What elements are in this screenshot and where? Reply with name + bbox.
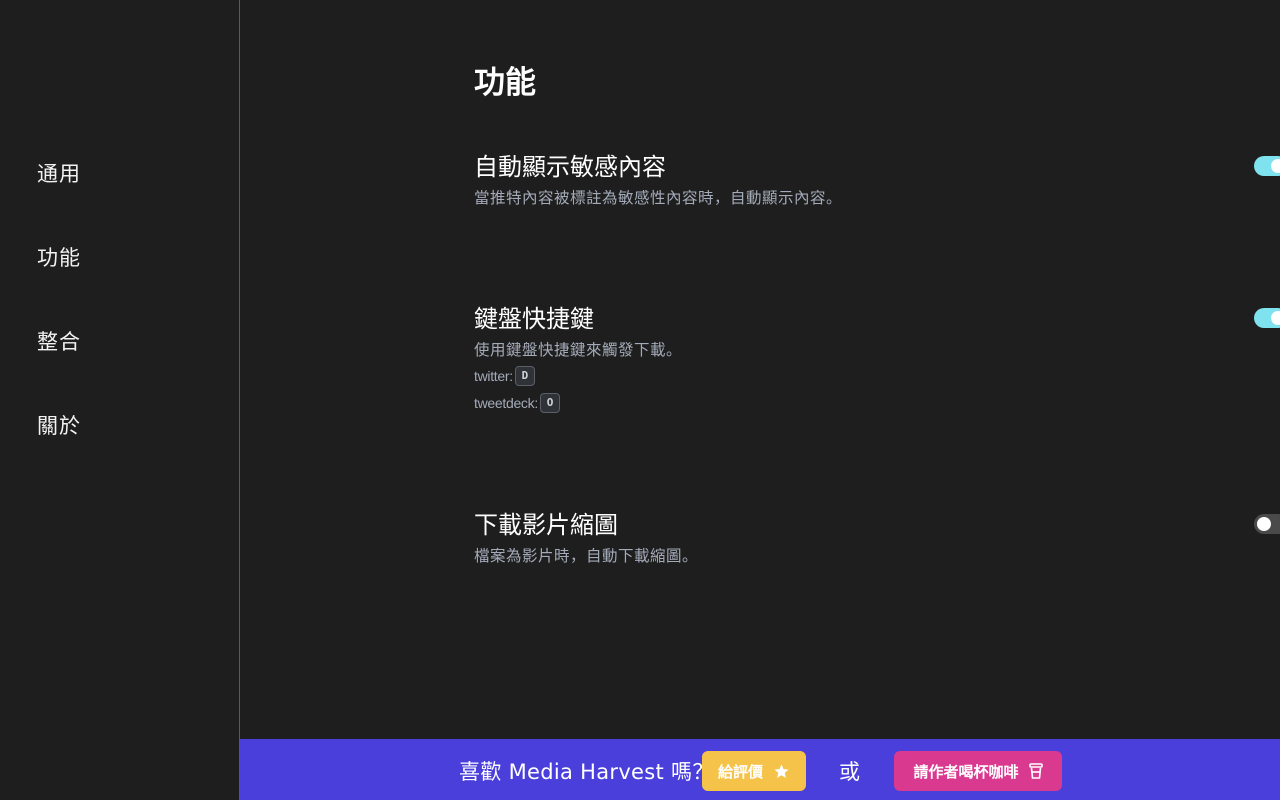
- download-video-thumbnail-toggle[interactable]: [1254, 514, 1280, 534]
- setting-description: 檔案為影片時，自動下載縮圖。: [474, 547, 699, 565]
- keyboard-shortcut-toggle[interactable]: [1254, 308, 1280, 328]
- rate-button-label: 給評價: [717, 762, 763, 781]
- shortcut-key: D: [514, 365, 535, 386]
- toggle-knob: [1257, 517, 1271, 531]
- support-banner: 喜歡 Media Harvest 嗎？ 給評價 或 請作者喝杯咖啡: [240, 739, 1280, 800]
- star-icon: [773, 763, 790, 780]
- shortcut-label: twitter:: [474, 367, 513, 384]
- setting-keyboard-shortcut: 鍵盤快捷鍵 使用鍵盤快捷鍵來觸發下載。 twitter: D tweetdeck…: [474, 304, 1280, 416]
- setting-title: 鍵盤快捷鍵: [474, 305, 594, 333]
- rate-button[interactable]: 給評價: [702, 751, 806, 791]
- setting-download-video-thumbnail: 下載影片縮圖 檔案為影片時，自動下載縮圖。: [474, 510, 1280, 566]
- sidebar-item-about[interactable]: 關於: [37, 410, 81, 440]
- buy-coffee-button[interactable]: 請作者喝杯咖啡: [894, 751, 1062, 791]
- toggle-knob: [1271, 311, 1280, 325]
- shortcut-key: O: [539, 392, 560, 413]
- setting-description: 使用鍵盤快捷鍵來觸發下載。: [474, 341, 683, 359]
- buy-coffee-label: 請作者喝杯咖啡: [913, 762, 1019, 781]
- main-content: 功能 自動顯示敏感內容 當推特內容被標註為敏感性內容時，自動顯示內容。 鍵盤快捷…: [241, 0, 1280, 739]
- sidebar-item-features[interactable]: 功能: [37, 242, 81, 272]
- setting-title: 下載影片縮圖: [474, 511, 618, 539]
- or-separator: 或: [839, 760, 860, 784]
- page-title: 功能: [474, 65, 536, 101]
- sidebar-item-integrations[interactable]: 整合: [37, 326, 81, 356]
- shortcut-tweetdeck: tweetdeck: O: [474, 389, 1048, 416]
- toggle-knob: [1271, 159, 1280, 173]
- sidebar-item-general[interactable]: 通用: [37, 158, 81, 188]
- app-window: 通用 功能 整合 關於 功能 自動顯示敏感內容 當推特內容被標註為敏感性內容時，…: [0, 0, 1280, 800]
- shortcut-twitter: twitter: D: [474, 362, 1048, 389]
- shortcut-label: tweetdeck:: [474, 394, 538, 411]
- coffee-cup-icon: [1028, 763, 1043, 779]
- support-prompt: 喜歡 Media Harvest 嗎？: [459, 760, 714, 784]
- setting-title: 自動顯示敏感內容: [474, 153, 666, 181]
- setting-description: 當推特內容被標註為敏感性內容時，自動顯示內容。: [474, 189, 843, 207]
- setting-auto-reveal-sensitive: 自動顯示敏感內容 當推特內容被標註為敏感性內容時，自動顯示內容。: [474, 152, 1280, 208]
- sidebar: 通用 功能 整合 關於: [0, 0, 240, 800]
- auto-reveal-sensitive-toggle[interactable]: [1254, 156, 1280, 176]
